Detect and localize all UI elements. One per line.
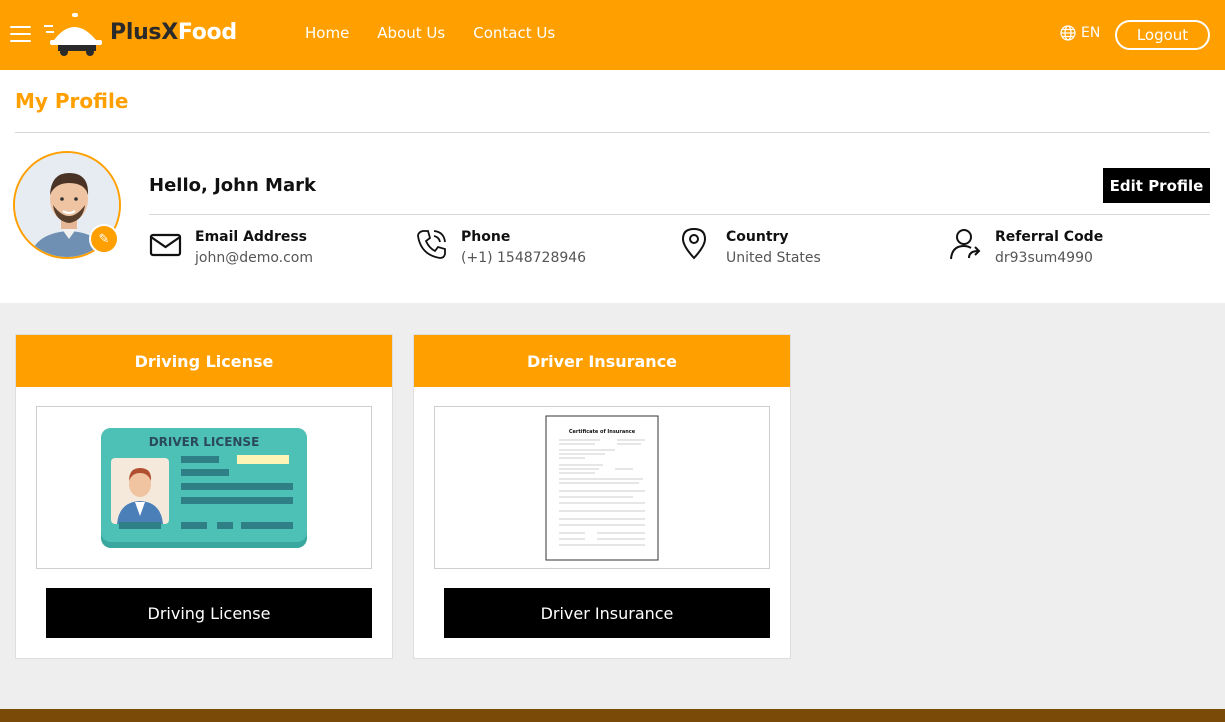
email-value: john@demo.com: [195, 250, 314, 266]
phone-icon: [417, 230, 446, 259]
email-info: Email Address john@demo.com: [149, 227, 313, 269]
divider: [15, 132, 1210, 133]
edit-profile-button[interactable]: Edit Profile: [1103, 168, 1210, 203]
location-pin-icon: [681, 227, 707, 260]
driver-insurance-card: Driver Insurance Certificate of Insuranc…: [413, 334, 791, 659]
logout-button[interactable]: Logout: [1115, 20, 1210, 50]
page-title: My Profile: [15, 89, 129, 113]
logo-text-food: Food: [177, 20, 237, 45]
pencil-icon: ✎: [98, 231, 110, 247]
divider: [149, 214, 1210, 215]
mail-icon: [149, 233, 182, 257]
referral-info: Referral Code dr93sum4990: [949, 227, 1103, 269]
country-value: United States: [726, 250, 821, 266]
logo[interactable]: PlusXFood: [44, 10, 249, 58]
nav-contact-us[interactable]: Contact Us: [473, 24, 555, 42]
view-driver-insurance-button[interactable]: Driver Insurance: [444, 588, 770, 638]
footer-strip: [0, 709, 1225, 722]
card-title: Driving License: [16, 335, 392, 387]
user-share-icon: [950, 229, 981, 260]
phone-label: Phone: [461, 229, 511, 245]
edit-avatar-button[interactable]: ✎: [89, 224, 119, 254]
country-info: Country United States: [680, 227, 821, 269]
driver-license-illustration: DRIVER LICENSE: [101, 427, 307, 548]
referral-label: Referral Code: [995, 229, 1104, 245]
card-title: Driver Insurance: [414, 335, 790, 387]
driver-insurance-image[interactable]: Certificate of Insurance: [434, 406, 770, 569]
profile-section: My Profile ✎ Hello, John Mark Edit Profi…: [0, 70, 1225, 303]
phone-info: Phone (+1) 1548728946: [415, 227, 586, 269]
nav-home[interactable]: Home: [305, 24, 349, 42]
driving-license-image[interactable]: DRIVER LICENSE: [36, 406, 372, 569]
menu-icon[interactable]: [10, 26, 31, 43]
view-driving-license-button[interactable]: Driving License: [46, 588, 372, 638]
logo-text-plusx: PlusX: [110, 20, 178, 45]
phone-value: (+1) 1548728946: [461, 250, 587, 266]
license-card-heading: DRIVER LICENSE: [149, 435, 260, 449]
insurance-certificate-illustration: Certificate of Insurance: [545, 415, 659, 560]
greeting-text: Hello, John Mark: [149, 175, 316, 196]
main-nav: Home About Us Contact Us: [305, 24, 555, 42]
food-delivery-logo-icon: [44, 13, 102, 56]
email-label: Email Address: [195, 229, 308, 245]
country-label: Country: [726, 229, 789, 245]
referral-value: dr93sum4990: [995, 250, 1093, 266]
certificate-heading: Certificate of Insurance: [569, 429, 636, 435]
top-navbar: PlusXFood Home About Us Contact Us EN Lo…: [0, 0, 1225, 70]
globe-icon: [1060, 25, 1076, 41]
language-selector[interactable]: EN: [1060, 25, 1100, 41]
language-label: EN: [1081, 25, 1101, 41]
driving-license-card: Driving License DRIVER LICENSE Driving L…: [15, 334, 393, 659]
logo-text: PlusXFood: [110, 20, 237, 45]
nav-about-us[interactable]: About Us: [377, 24, 445, 42]
